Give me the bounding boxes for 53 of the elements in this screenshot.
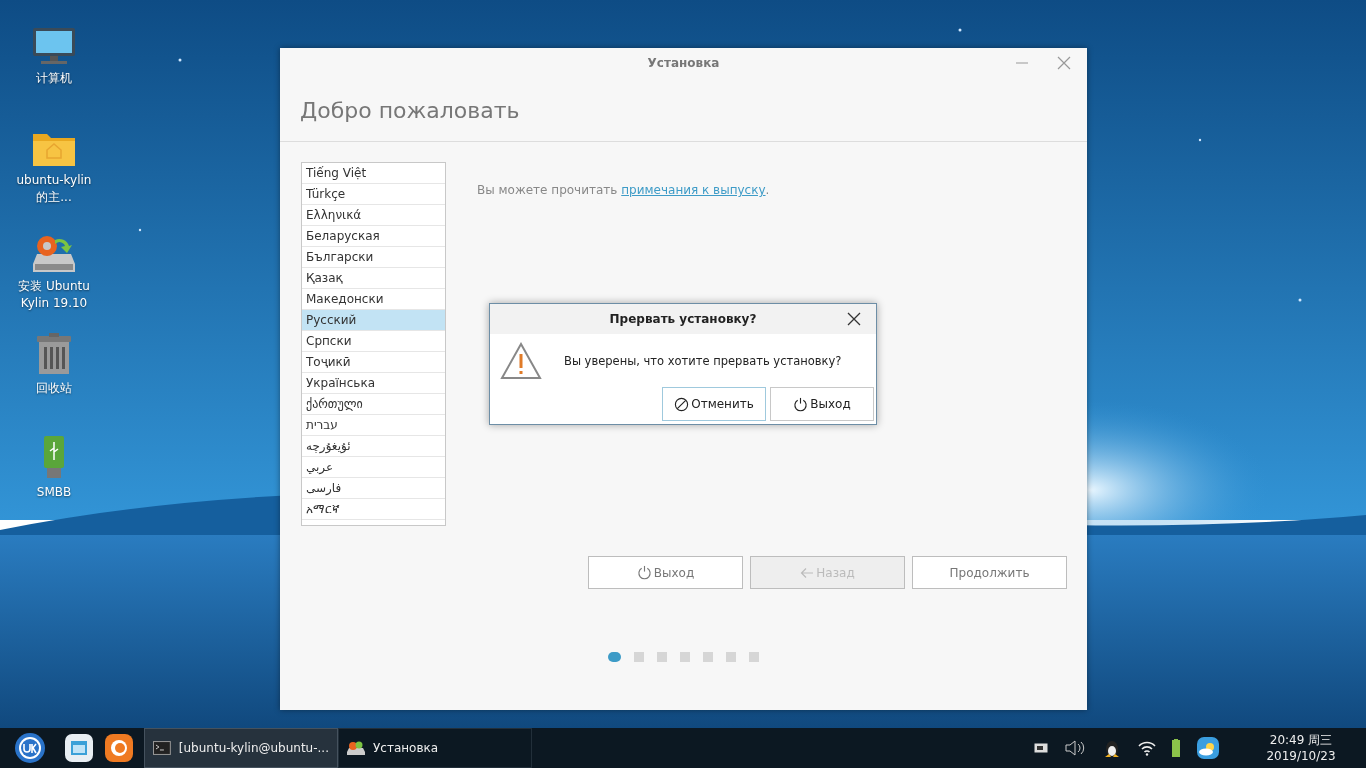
- quit-button[interactable]: Выход: [588, 556, 743, 589]
- language-item[interactable]: Беларуская: [302, 226, 445, 247]
- language-item[interactable]: فارسی: [302, 478, 445, 499]
- dialog-title: Прервать установку?: [609, 312, 757, 326]
- battery-icon[interactable]: [1172, 739, 1180, 757]
- power-icon: [793, 396, 809, 412]
- taskbar-window-button[interactable]: Установка: [338, 728, 532, 768]
- page-heading: Добро пожаловать: [280, 78, 1087, 142]
- language-item[interactable]: Русский: [302, 310, 445, 331]
- clock[interactable]: 20:49 周三 2019/10/23: [1236, 732, 1366, 764]
- start-menu-icon[interactable]: [14, 732, 46, 764]
- installer-icon: [347, 740, 365, 756]
- language-item[interactable]: Türkçe: [302, 184, 445, 205]
- language-item[interactable]: عربي: [302, 457, 445, 478]
- language-item[interactable]: Српски: [302, 331, 445, 352]
- cancel-button[interactable]: Отменить: [662, 387, 766, 421]
- window-title: Установка: [647, 56, 720, 70]
- language-item[interactable]: ئۇيغۇرچە: [302, 436, 445, 457]
- wifi-icon[interactable]: [1138, 740, 1156, 756]
- language-item[interactable]: Українська: [302, 373, 445, 394]
- browser-icon[interactable]: [104, 733, 134, 763]
- language-item[interactable]: Български: [302, 247, 445, 268]
- clock-time: 20:49 周三: [1269, 732, 1333, 748]
- language-item[interactable]: Tiếng Việt: [302, 163, 445, 184]
- desktop-icon-label[interactable]: 计算机: [12, 70, 96, 87]
- dialog-message: Вы уверены, что хотите прервать установку?: [564, 354, 842, 368]
- continue-button[interactable]: Продолжить: [912, 556, 1067, 589]
- taskbar-window-button[interactable]: [ubuntu-kylin@ubuntu-...: [144, 728, 338, 768]
- desktop-icon-label[interactable]: 安装 Ubuntu Kylin 19.10: [12, 278, 96, 312]
- weather-icon[interactable]: [1196, 736, 1220, 760]
- power-icon: [636, 565, 652, 580]
- file-manager-icon[interactable]: [64, 733, 94, 763]
- language-item[interactable]: Ελληνικά: [302, 205, 445, 226]
- trash-icon: [34, 332, 74, 376]
- language-item[interactable]: አማርኛ: [302, 499, 445, 520]
- monitor-icon: [31, 26, 77, 66]
- back-arrow-icon: [800, 566, 815, 579]
- desktop-icon-label[interactable]: ubuntu-kylin 的主...: [12, 172, 96, 206]
- terminal-icon: [153, 741, 171, 755]
- language-item[interactable]: Тоҷикӣ: [302, 352, 445, 373]
- usb-drive-icon: [41, 434, 67, 480]
- language-item[interactable]: ქართული: [302, 394, 445, 415]
- desktop-icon-label[interactable]: 回收站: [12, 380, 96, 397]
- quit-button[interactable]: Выход: [770, 387, 874, 421]
- release-notes-text: Вы можете прочитать примечания к выпуску.: [477, 183, 770, 197]
- display-icon[interactable]: [1034, 743, 1048, 753]
- speaker-icon[interactable]: [1064, 739, 1086, 757]
- language-item[interactable]: Қазақ: [302, 268, 445, 289]
- close-icon[interactable]: [846, 311, 862, 327]
- clock-date: 2019/10/23: [1266, 748, 1336, 764]
- warning-icon: [500, 342, 542, 380]
- cancel-icon: [674, 396, 690, 412]
- language-item[interactable]: עברית: [302, 415, 445, 436]
